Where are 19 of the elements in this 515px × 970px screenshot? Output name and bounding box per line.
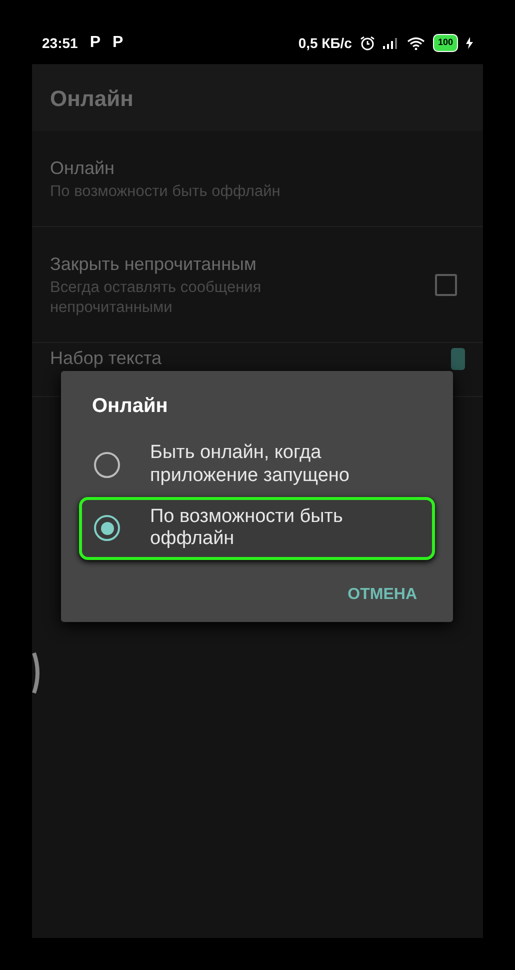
radio-option[interactable]: По возможности быть оффлайн bbox=[79, 496, 435, 560]
setting-title: Закрыть непрочитанным bbox=[50, 253, 258, 276]
clock-text: 23:51 bbox=[42, 34, 78, 52]
setting-title: Набор текста bbox=[50, 347, 162, 370]
toggle-switch[interactable] bbox=[451, 348, 465, 370]
notification-icon: P bbox=[90, 31, 100, 55]
network-speed-text: 0,5 КБ/с bbox=[298, 34, 352, 52]
battery-icon: 100 bbox=[432, 34, 458, 52]
setting-title: Онлайн bbox=[50, 157, 116, 180]
edge-arc-icon bbox=[32, 651, 42, 695]
dialog-title: Онлайн bbox=[91, 394, 169, 419]
signal-icon bbox=[382, 37, 399, 49]
notification-icon: P bbox=[112, 31, 124, 55]
alarm-icon bbox=[360, 36, 375, 50]
checkbox[interactable] bbox=[435, 274, 457, 296]
screen-title: Онлайн bbox=[50, 84, 134, 112]
wifi-icon bbox=[406, 36, 425, 50]
cancel-button[interactable]: ОТМЕНА bbox=[342, 582, 423, 608]
radio-option[interactable]: Быть онлайн, когда приложение запущено bbox=[79, 433, 435, 497]
